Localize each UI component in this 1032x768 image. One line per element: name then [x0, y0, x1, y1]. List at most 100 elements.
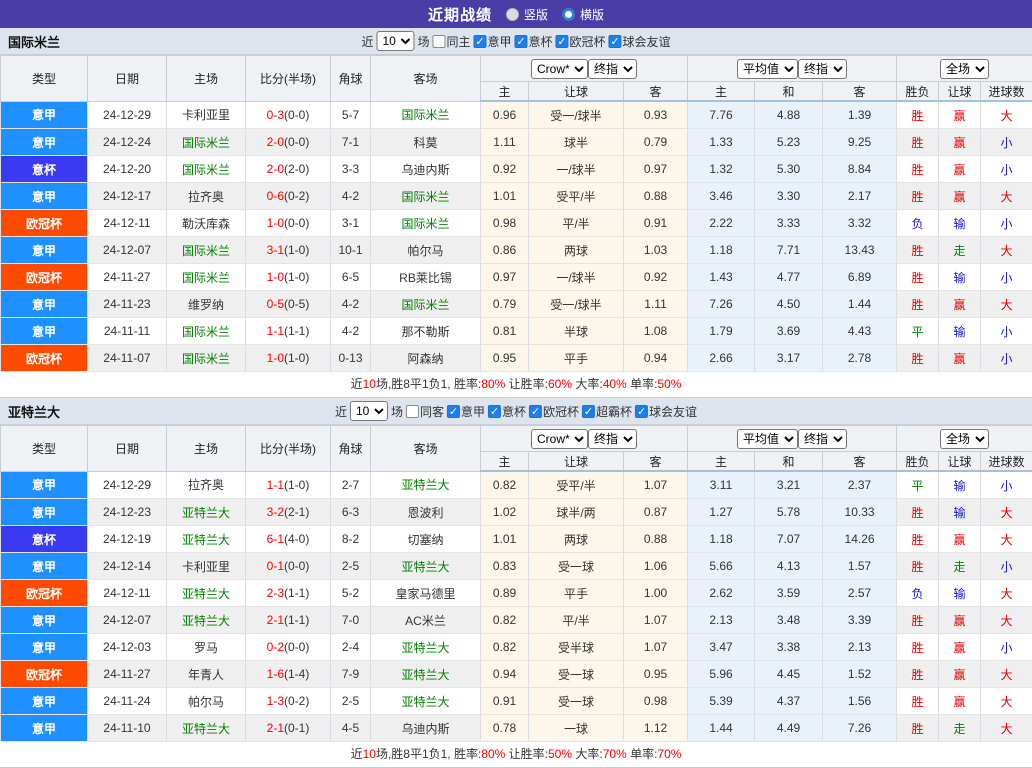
filter-suffix-label: 场 [417, 33, 429, 50]
league-filter-label: 欧冠杯 [570, 33, 606, 50]
handicap-line: 半球 [529, 318, 624, 345]
team-name: 国际米兰 [0, 32, 60, 51]
match-type-badge: 欧冠杯 [1, 210, 87, 236]
result-goals: 小 [981, 156, 1032, 183]
away-team: 亚特兰大 [371, 634, 481, 661]
odds-home: 0.82 [481, 634, 529, 661]
header-group-row: 类型日期主场比分(半场)角球客场Crow*终指平均值终指全场 [1, 426, 1032, 452]
odds-home: 0.82 [481, 471, 529, 499]
layout-radio-horizontal[interactable]: 横版 [562, 6, 604, 23]
avg-draw-odds: 3.59 [755, 580, 823, 607]
away-team: 国际米兰 [371, 210, 481, 237]
checkbox-checked-icon[interactable]: ✓ [529, 405, 542, 418]
recent-count-select[interactable]: 10 [376, 31, 414, 51]
match-type-cell: 意甲 [1, 237, 88, 264]
summary-segment: 大率: [572, 747, 603, 761]
avg-home-odds: 1.18 [688, 237, 755, 264]
checkbox-unchecked-icon[interactable] [406, 405, 419, 418]
fulltime-score: 0-2 [267, 640, 284, 654]
checkbox-checked-icon[interactable]: ✓ [635, 405, 648, 418]
score-cell: 0-3(0-0) [246, 101, 331, 129]
odds-stage-select[interactable]: 终指 [588, 59, 637, 79]
match-date: 24-11-27 [88, 264, 167, 291]
avg-home-odds: 3.11 [688, 471, 755, 499]
league-filter[interactable]: ✓意甲 [447, 403, 485, 420]
league-filter[interactable]: ✓意杯 [488, 403, 526, 420]
corner-score: 4-2 [331, 291, 371, 318]
away-team: 帕尔马 [371, 237, 481, 264]
avg-company-select[interactable]: 平均值 [737, 59, 798, 79]
corner-score: 3-3 [331, 156, 371, 183]
home-team: 国际米兰 [167, 264, 246, 291]
league-filter[interactable]: ✓超霸杯 [582, 403, 632, 420]
avg-home-odds: 1.79 [688, 318, 755, 345]
result-winloss: 胜 [897, 183, 939, 210]
checkbox-checked-icon[interactable]: ✓ [473, 35, 486, 48]
match-date: 24-12-07 [88, 237, 167, 264]
odds-stage-select[interactable]: 终指 [588, 429, 637, 449]
checkbox-checked-icon[interactable]: ✓ [582, 405, 595, 418]
radio-unselected-icon[interactable] [506, 8, 519, 21]
avg-away-odds: 8.84 [823, 156, 897, 183]
league-filter[interactable]: ✓球会友谊 [609, 33, 671, 50]
match-date: 24-12-23 [88, 499, 167, 526]
handicap-line: 平手 [529, 345, 624, 372]
checkbox-checked-icon[interactable]: ✓ [609, 35, 622, 48]
layout-radio-vertical[interactable]: 竖版 [506, 6, 548, 23]
avg-stage-select[interactable]: 终指 [798, 59, 847, 79]
odds-company-select[interactable]: Crow* [531, 429, 588, 449]
title-bar: 近期战绩 竖版 横版 [0, 0, 1032, 28]
match-type-badge: 意甲 [1, 183, 87, 209]
match-row: 意甲24-12-03罗马0-2(0-0)2-4亚特兰大0.82受半球1.073.… [1, 634, 1032, 661]
checkbox-checked-icon[interactable]: ✓ [515, 35, 528, 48]
recent-count-select[interactable]: 10 [350, 401, 388, 421]
checkbox-checked-icon[interactable]: ✓ [556, 35, 569, 48]
sub-column-header: 主 [481, 452, 529, 472]
league-filter[interactable]: ✓欧冠杯 [529, 403, 579, 420]
filter-suffix-label: 场 [391, 403, 403, 420]
handicap-line: 球半/两 [529, 499, 624, 526]
checkbox-checked-icon[interactable]: ✓ [447, 405, 460, 418]
match-row: 意杯24-12-20国际米兰2-0(2-0)3-3乌迪内斯0.92一/球半0.9… [1, 156, 1032, 183]
avg-company-select[interactable]: 平均值 [737, 429, 798, 449]
result-handicap: 走 [939, 553, 981, 580]
league-filter[interactable]: 同客 [406, 403, 444, 420]
league-filter[interactable]: ✓球会友谊 [635, 403, 697, 420]
result-scope-select[interactable]: 全场 [940, 429, 989, 449]
home-team: 拉齐奥 [167, 471, 246, 499]
result-scope-select[interactable]: 全场 [940, 59, 989, 79]
team-name: 亚特兰大 [0, 402, 60, 421]
summary-segment: 50% [657, 377, 681, 391]
avg-stage-select[interactable]: 终指 [798, 429, 847, 449]
radio-selected-icon[interactable] [562, 8, 575, 21]
league-filter[interactable]: ✓意甲 [473, 33, 511, 50]
summary-segment: 10 [363, 377, 376, 391]
league-filter[interactable]: ✓欧冠杯 [556, 33, 606, 50]
checkbox-checked-icon[interactable]: ✓ [488, 405, 501, 418]
avg-away-odds: 1.39 [823, 101, 897, 129]
result-handicap: 赢 [939, 129, 981, 156]
result-winloss: 胜 [897, 237, 939, 264]
away-team: 那不勒斯 [371, 318, 481, 345]
fulltime-score: 0-5 [267, 297, 284, 311]
match-type-cell: 意甲 [1, 553, 88, 580]
result-goals: 小 [981, 345, 1032, 372]
league-filter[interactable]: ✓意杯 [515, 33, 553, 50]
result-goals: 大 [981, 688, 1032, 715]
corner-score: 2-7 [331, 471, 371, 499]
halftime-score: (0-2) [284, 189, 309, 203]
match-date: 24-12-11 [88, 210, 167, 237]
halftime-score: (1-0) [284, 478, 309, 492]
summary-segment: 60% [548, 377, 572, 391]
match-row: 意甲24-12-29卡利亚里0-3(0-0)5-7国际米兰0.96受一/球半0.… [1, 101, 1032, 129]
score-cell: 2-0(0-0) [246, 129, 331, 156]
header-group-row: 类型日期主场比分(半场)角球客场Crow*终指平均值终指全场 [1, 56, 1032, 82]
odds-company-select[interactable]: Crow* [531, 59, 588, 79]
checkbox-unchecked-icon[interactable] [432, 35, 445, 48]
score-cell: 1-1(1-1) [246, 318, 331, 345]
fulltime-score: 1-1 [267, 324, 284, 338]
column-header: 角球 [331, 56, 371, 102]
league-filter[interactable]: 同主 [432, 33, 470, 50]
match-type-cell: 欧冠杯 [1, 661, 88, 688]
home-team: 国际米兰 [167, 129, 246, 156]
